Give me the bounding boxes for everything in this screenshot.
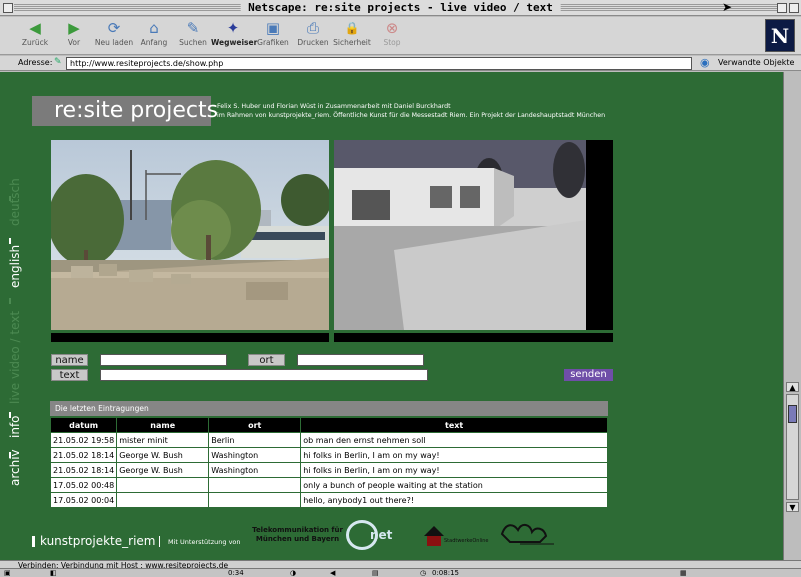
sponsor-mnet-logo[interactable]: Telekommunikation für München und Bayern…: [250, 520, 400, 550]
send-button[interactable]: senden: [564, 369, 613, 381]
live-video-camera-1: [51, 140, 329, 330]
text-input[interactable]: [100, 369, 428, 381]
taskbar-app-icon[interactable]: ▦: [680, 569, 687, 577]
zoom-box[interactable]: [777, 3, 787, 13]
address-bar: Adresse: ✎ http://www.resiteprojects.de/…: [0, 56, 801, 71]
table-row: 17.05.02 00:04 hello, anybody1 out there…: [49, 492, 608, 508]
table-row: 17.05.02 00:48 only a bunch of people wa…: [49, 477, 608, 493]
apple-menu-icon[interactable]: ▣: [4, 569, 11, 577]
text-label: text: [51, 369, 88, 381]
taskbar-app-icon[interactable]: ▤: [372, 569, 379, 577]
forward-button[interactable]: ▶ Vor: [52, 19, 96, 47]
sponsor-stadtwerke-logo[interactable]: StadtwerkeOnline: [424, 526, 488, 548]
close-box[interactable]: [3, 3, 13, 13]
forward-arrow-icon: ▶: [68, 19, 80, 37]
browser-window: Netscape: re:site projects - live video …: [0, 0, 801, 577]
kunstprojekte-riem-link[interactable]: kunstprojekte_riem: [40, 534, 155, 548]
stop-button[interactable]: ⊗ Stop: [370, 19, 414, 47]
url-field[interactable]: http://www.resiteprojects.de/show.php: [66, 57, 692, 70]
related-objects-button[interactable]: Verwandte Objekte: [718, 58, 794, 67]
table-row: 21.05.02 18:14 George W. Bush Washington…: [49, 462, 608, 478]
sponsor-partner-logo[interactable]: [500, 520, 556, 548]
guide-button[interactable]: ✦ Wegweiser: [211, 19, 257, 47]
images-icon: ▣: [265, 19, 281, 37]
reload-button[interactable]: ⟳ Neu laden: [92, 19, 136, 47]
window-title: Netscape: re:site projects - live video …: [240, 1, 561, 14]
title-bar: Netscape: re:site projects - live video …: [0, 0, 801, 16]
scroll-up-icon[interactable]: ▲: [786, 382, 799, 392]
reload-icon: ⟳: [107, 19, 121, 37]
taskbar-app-icon[interactable]: ◑: [290, 569, 296, 577]
scroll-thumb[interactable]: [788, 405, 797, 423]
security-button[interactable]: 🔒 Sicherheit: [330, 19, 374, 47]
column-header-text: text: [300, 417, 608, 433]
scroll-down-icon[interactable]: ▼: [786, 502, 799, 512]
related-objects-icon[interactable]: ◉: [700, 56, 710, 69]
print-button[interactable]: ⎙ Drucken: [291, 19, 335, 47]
taskbar-app-icon[interactable]: ◧: [50, 569, 57, 577]
elapsed-time: 0:34: [228, 569, 244, 577]
search-icon: ✎: [186, 19, 200, 37]
back-arrow-icon: ◀: [29, 19, 41, 37]
project-credits: Felix S. Huber und Florian Wüst in Zusam…: [217, 103, 606, 119]
clock-icon: ◷: [420, 569, 427, 577]
taskbar: ▣ ◧ 0:34 ◑ ◀ ▤ ◷ 0:08:15 ▦: [0, 568, 801, 577]
back-button[interactable]: ◀ Zurück: [13, 19, 57, 47]
images-button[interactable]: ▣ Grafiken: [251, 19, 295, 47]
name-input[interactable]: [100, 354, 227, 366]
mouse-cursor-icon: ➤: [722, 0, 733, 14]
entries-table: datum name ort text 21.05.02 19:58 miste…: [49, 417, 608, 508]
table-row: 21.05.02 18:14 George W. Bush Washington…: [49, 447, 608, 463]
page-proxy-icon[interactable]: ✎: [54, 57, 62, 67]
ort-input[interactable]: [297, 354, 424, 366]
guide-icon: ✦: [226, 19, 240, 37]
home-icon: ⌂: [149, 19, 159, 37]
page-content: deutsch english live video / text info a…: [0, 72, 783, 560]
column-header-datum: datum: [49, 417, 118, 433]
entries-title: Die letzten Eintragungen: [50, 401, 608, 416]
home-button[interactable]: ⌂ Anfang: [132, 19, 176, 47]
print-icon: ⎙: [306, 19, 319, 37]
address-label: Adresse:: [18, 58, 53, 67]
stop-icon: ⊗: [385, 19, 399, 37]
ort-label: ort: [248, 354, 285, 366]
column-header-name: name: [116, 417, 210, 433]
navigation-toolbar: ◀ Zurück ▶ Vor ⟳ Neu laden ⌂ Anfang ✎ Su…: [0, 17, 801, 55]
support-label: Mit Unterstützung von: [168, 538, 241, 546]
column-header-ort: ort: [208, 417, 302, 433]
site-logo[interactable]: re:site projects: [32, 96, 218, 126]
collapse-box[interactable]: [789, 3, 799, 13]
search-button[interactable]: ✎ Suchen: [171, 19, 215, 47]
live-video-camera-2: [334, 140, 613, 330]
lock-icon: 🔒: [344, 21, 360, 35]
camera-2-status-bar: [334, 333, 613, 342]
table-row: 21.05.02 19:58 mister minit Berlin ob ma…: [49, 432, 608, 448]
clock-time: 0:08:15: [432, 569, 459, 577]
name-label: name: [51, 354, 88, 366]
netscape-logo: N: [765, 19, 795, 52]
vertical-scrollbar[interactable]: ▲ ▼: [783, 72, 801, 560]
volume-icon[interactable]: ◀: [330, 569, 335, 577]
camera-1-status-bar: [51, 333, 329, 342]
